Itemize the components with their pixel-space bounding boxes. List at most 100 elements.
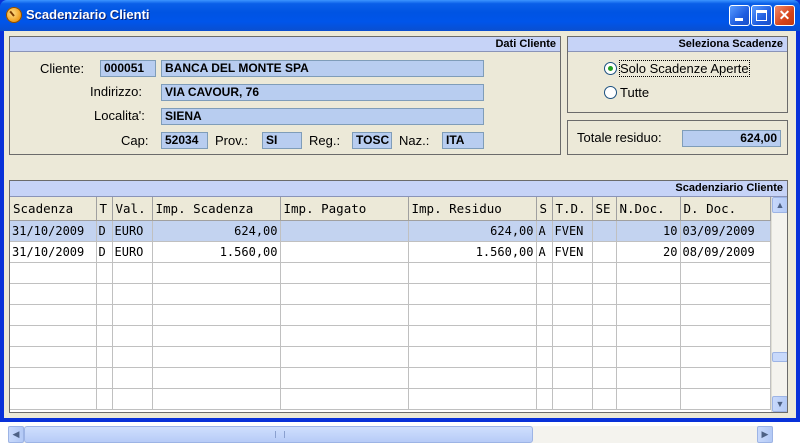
cliente-code-field[interactable]: 000051 <box>100 60 156 77</box>
table-cell[interactable] <box>112 367 153 389</box>
table-cell[interactable] <box>616 304 681 326</box>
table-cell[interactable] <box>152 346 281 368</box>
cliente-name-field[interactable]: BANCA DEL MONTE SPA <box>161 60 484 77</box>
table-cell[interactable] <box>152 304 281 326</box>
table-cell[interactable] <box>10 346 97 368</box>
table-cell[interactable] <box>680 304 771 326</box>
table-cell[interactable]: 31/10/2009 <box>10 241 97 263</box>
table-cell[interactable] <box>592 325 617 347</box>
table-row[interactable]: 31/10/2009 D EURO 1.560,00 1.560,00 A FVEN 20 08… <box>10 241 771 263</box>
table-cell[interactable] <box>280 346 409 368</box>
indirizzo-field[interactable]: VIA CAVOUR, 76 <box>161 84 484 101</box>
table-cell[interactable] <box>96 367 113 389</box>
table-cell[interactable]: D <box>96 220 113 242</box>
table-cell[interactable] <box>152 367 281 389</box>
naz-field[interactable]: ITA <box>442 132 484 149</box>
table-cell[interactable] <box>408 262 537 284</box>
table-cell[interactable] <box>112 283 153 305</box>
table-cell[interactable]: 1.560,00 <box>408 241 537 263</box>
col-header[interactable]: S <box>536 197 553 221</box>
table-cell[interactable] <box>10 388 97 410</box>
table-cell[interactable] <box>616 325 681 347</box>
table-cell[interactable] <box>616 283 681 305</box>
table-cell[interactable] <box>552 346 593 368</box>
table-cell[interactable] <box>152 283 281 305</box>
table-cell[interactable] <box>552 325 593 347</box>
table-cell[interactable] <box>408 346 537 368</box>
table-cell[interactable] <box>112 346 153 368</box>
reg-field[interactable]: TOSC <box>352 132 392 149</box>
table-cell[interactable]: 20 <box>616 241 681 263</box>
table-cell[interactable] <box>280 304 409 326</box>
table-cell[interactable] <box>536 367 553 389</box>
table-cell[interactable] <box>680 325 771 347</box>
table-cell[interactable] <box>10 367 97 389</box>
table-cell[interactable] <box>616 262 681 284</box>
table-cell[interactable] <box>96 262 113 284</box>
table-cell[interactable] <box>680 283 771 305</box>
table-cell[interactable] <box>280 325 409 347</box>
table-cell[interactable] <box>112 388 153 410</box>
horizontal-scroll-thumb[interactable] <box>24 426 533 443</box>
table-cell[interactable] <box>10 304 97 326</box>
table-cell[interactable] <box>408 325 537 347</box>
title-bar[interactable]: Scadenziario Clienti ✕ <box>0 0 800 31</box>
table-cell[interactable] <box>552 262 593 284</box>
table-cell[interactable] <box>280 262 409 284</box>
table-cell[interactable] <box>680 346 771 368</box>
empty-table-row[interactable] <box>10 283 771 305</box>
radio-solo-aperte-label[interactable]: Solo Scadenze Aperte <box>619 60 750 77</box>
table-cell[interactable] <box>10 262 97 284</box>
app-clock-icon[interactable] <box>6 7 22 23</box>
col-header[interactable]: Imp. Pagato <box>280 197 409 221</box>
table-cell[interactable] <box>592 346 617 368</box>
table-cell[interactable] <box>152 262 281 284</box>
scroll-down-button[interactable]: ▼ <box>772 396 787 412</box>
close-button[interactable]: ✕ <box>774 5 795 26</box>
scroll-up-button[interactable]: ▲ <box>772 197 787 213</box>
table-cell[interactable] <box>10 325 97 347</box>
scroll-left-button[interactable]: ◀ <box>8 426 24 443</box>
table-cell[interactable] <box>280 388 409 410</box>
table-cell[interactable] <box>536 262 553 284</box>
table-cell[interactable] <box>152 325 281 347</box>
table-cell[interactable] <box>552 304 593 326</box>
table-cell[interactable] <box>552 283 593 305</box>
table-cell[interactable] <box>280 241 409 263</box>
table-cell[interactable] <box>552 367 593 389</box>
table-cell[interactable]: EURO <box>112 241 153 263</box>
radio-tutte-label[interactable]: Tutte <box>620 85 649 100</box>
table-cell[interactable]: 624,00 <box>408 220 537 242</box>
table-cell[interactable] <box>536 304 553 326</box>
col-header[interactable]: D. Doc. <box>680 197 771 221</box>
table-cell[interactable] <box>408 367 537 389</box>
col-header[interactable]: Val. <box>112 197 153 221</box>
empty-table-row[interactable] <box>10 367 771 389</box>
table-cell[interactable] <box>280 220 409 242</box>
table-cell[interactable] <box>592 241 617 263</box>
localita-field[interactable]: SIENA <box>161 108 484 125</box>
scroll-right-button[interactable]: ▶ <box>757 426 773 443</box>
table-cell[interactable] <box>616 346 681 368</box>
col-header[interactable]: Scadenza <box>10 197 97 221</box>
vertical-scroll-thumb[interactable] <box>772 352 787 362</box>
empty-table-row[interactable] <box>10 304 771 326</box>
table-cell[interactable] <box>616 388 681 410</box>
table-cell[interactable]: 03/09/2009 <box>680 220 771 242</box>
table-cell[interactable] <box>616 367 681 389</box>
table-cell[interactable] <box>408 304 537 326</box>
table-cell[interactable]: 10 <box>616 220 681 242</box>
col-header[interactable]: T.D. <box>552 197 593 221</box>
minimize-button[interactable] <box>729 5 750 26</box>
table-cell[interactable] <box>552 388 593 410</box>
table-cell[interactable]: A <box>536 220 553 242</box>
table-cell[interactable] <box>592 388 617 410</box>
empty-table-row[interactable] <box>10 325 771 347</box>
table-cell[interactable] <box>408 283 537 305</box>
table-cell[interactable]: 624,00 <box>152 220 281 242</box>
table-cell[interactable] <box>536 346 553 368</box>
table-cell[interactable]: 08/09/2009 <box>680 241 771 263</box>
table-cell[interactable] <box>112 262 153 284</box>
table-cell[interactable]: A <box>536 241 553 263</box>
table-cell[interactable] <box>152 388 281 410</box>
